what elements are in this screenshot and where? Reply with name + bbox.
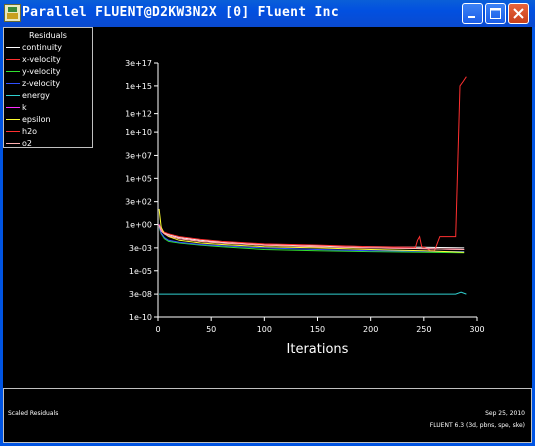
x-tick-label: 250 xyxy=(416,325,431,334)
legend-label: epsilon xyxy=(22,115,51,124)
legend-swatch xyxy=(6,119,20,120)
minimize-button[interactable] xyxy=(462,3,483,24)
date-label: Sep 25, 2010 xyxy=(485,410,525,417)
legend-label: h2o xyxy=(22,127,38,136)
x-axis-label: Iterations xyxy=(287,342,349,357)
y-tick-label: 3e+02 xyxy=(125,198,152,207)
x-tick-label: 150 xyxy=(310,325,325,334)
plot-type-label: Scaled Residuals xyxy=(8,410,59,417)
version-label: FLUENT 6.3 (3d, pbns, spe, ske) xyxy=(429,422,525,429)
legend-swatch xyxy=(6,59,20,60)
app-icon-part xyxy=(8,7,17,12)
legend-swatch xyxy=(6,71,20,72)
legend-item: energy xyxy=(6,90,92,102)
legend-label: z-velocity xyxy=(22,79,61,88)
minimize-icon xyxy=(468,16,475,18)
legend-swatch xyxy=(6,143,20,144)
y-tick-label: 1e+15 xyxy=(125,82,152,91)
legend-swatch xyxy=(6,131,20,132)
y-tick-label: 3e-03 xyxy=(129,244,152,253)
footer-panel: Scaled Residuals Sep 25, 2010 FLUENT 6.3… xyxy=(3,388,532,443)
x-tick-label: 100 xyxy=(257,325,272,334)
legend-item: y-velocity xyxy=(6,66,92,78)
y-tick-label: 1e+05 xyxy=(125,174,152,183)
series-line-energy xyxy=(159,291,467,295)
y-tick-label: 1e+10 xyxy=(125,128,152,137)
y-tick-label: 3e+17 xyxy=(125,59,152,68)
legend-swatch xyxy=(6,83,20,84)
x-tick-label: 50 xyxy=(206,325,216,334)
title-bar[interactable]: Parallel FLUENT@D2KW3N2X [0] Fluent Inc xyxy=(0,0,535,27)
maximize-button[interactable] xyxy=(485,3,506,24)
maximize-icon xyxy=(490,8,501,19)
close-button[interactable] xyxy=(508,3,529,24)
close-icon xyxy=(513,8,524,19)
graphics-area: 1e-10 3e-08 1e-05 3e-03 1e+00 3e+02 1e+05 3e+07… xyxy=(3,27,532,443)
legend-swatch xyxy=(6,107,20,108)
legend-label: x-velocity xyxy=(22,55,61,64)
legend-title: Residuals xyxy=(29,31,67,40)
legend-item: continuity xyxy=(6,42,92,54)
legend-swatch xyxy=(6,47,20,48)
x-tick-label: 0 xyxy=(155,325,160,334)
fluent-window: Parallel FLUENT@D2KW3N2X [0] Fluent Inc … xyxy=(0,0,535,446)
window-title: Parallel FLUENT@D2KW3N2X [0] Fluent Inc xyxy=(22,5,339,20)
y-tick-label: 3e+07 xyxy=(125,151,152,160)
y-tick-label: 3e-08 xyxy=(129,290,152,299)
x-tick-label: 300 xyxy=(469,325,484,334)
legend-item: h2o xyxy=(6,126,92,138)
fluent-app-icon[interactable] xyxy=(4,4,21,22)
legend: Residuals continuity x-velocity y-veloci… xyxy=(3,27,93,148)
legend-item: z-velocity xyxy=(6,78,92,90)
legend-label: o2 xyxy=(22,139,32,148)
y-tick-label: 1e-05 xyxy=(129,267,152,276)
legend-label: continuity xyxy=(22,43,62,52)
legend-label: energy xyxy=(22,91,50,100)
legend-item: k xyxy=(6,102,92,114)
legend-item: epsilon xyxy=(6,114,92,126)
series-line-x-velocity xyxy=(158,76,467,252)
legend-label: y-velocity xyxy=(22,67,61,76)
y-tick-label: 1e-10 xyxy=(129,313,152,322)
y-tick-label: 1e+00 xyxy=(125,221,152,230)
legend-swatch xyxy=(6,95,20,96)
legend-item: o2 xyxy=(6,138,92,150)
x-tick-label: 200 xyxy=(363,325,378,334)
app-icon-part xyxy=(7,13,18,19)
y-tick-label: 1e+12 xyxy=(125,110,152,119)
legend-item: x-velocity xyxy=(6,54,92,66)
legend-label: k xyxy=(22,103,27,112)
